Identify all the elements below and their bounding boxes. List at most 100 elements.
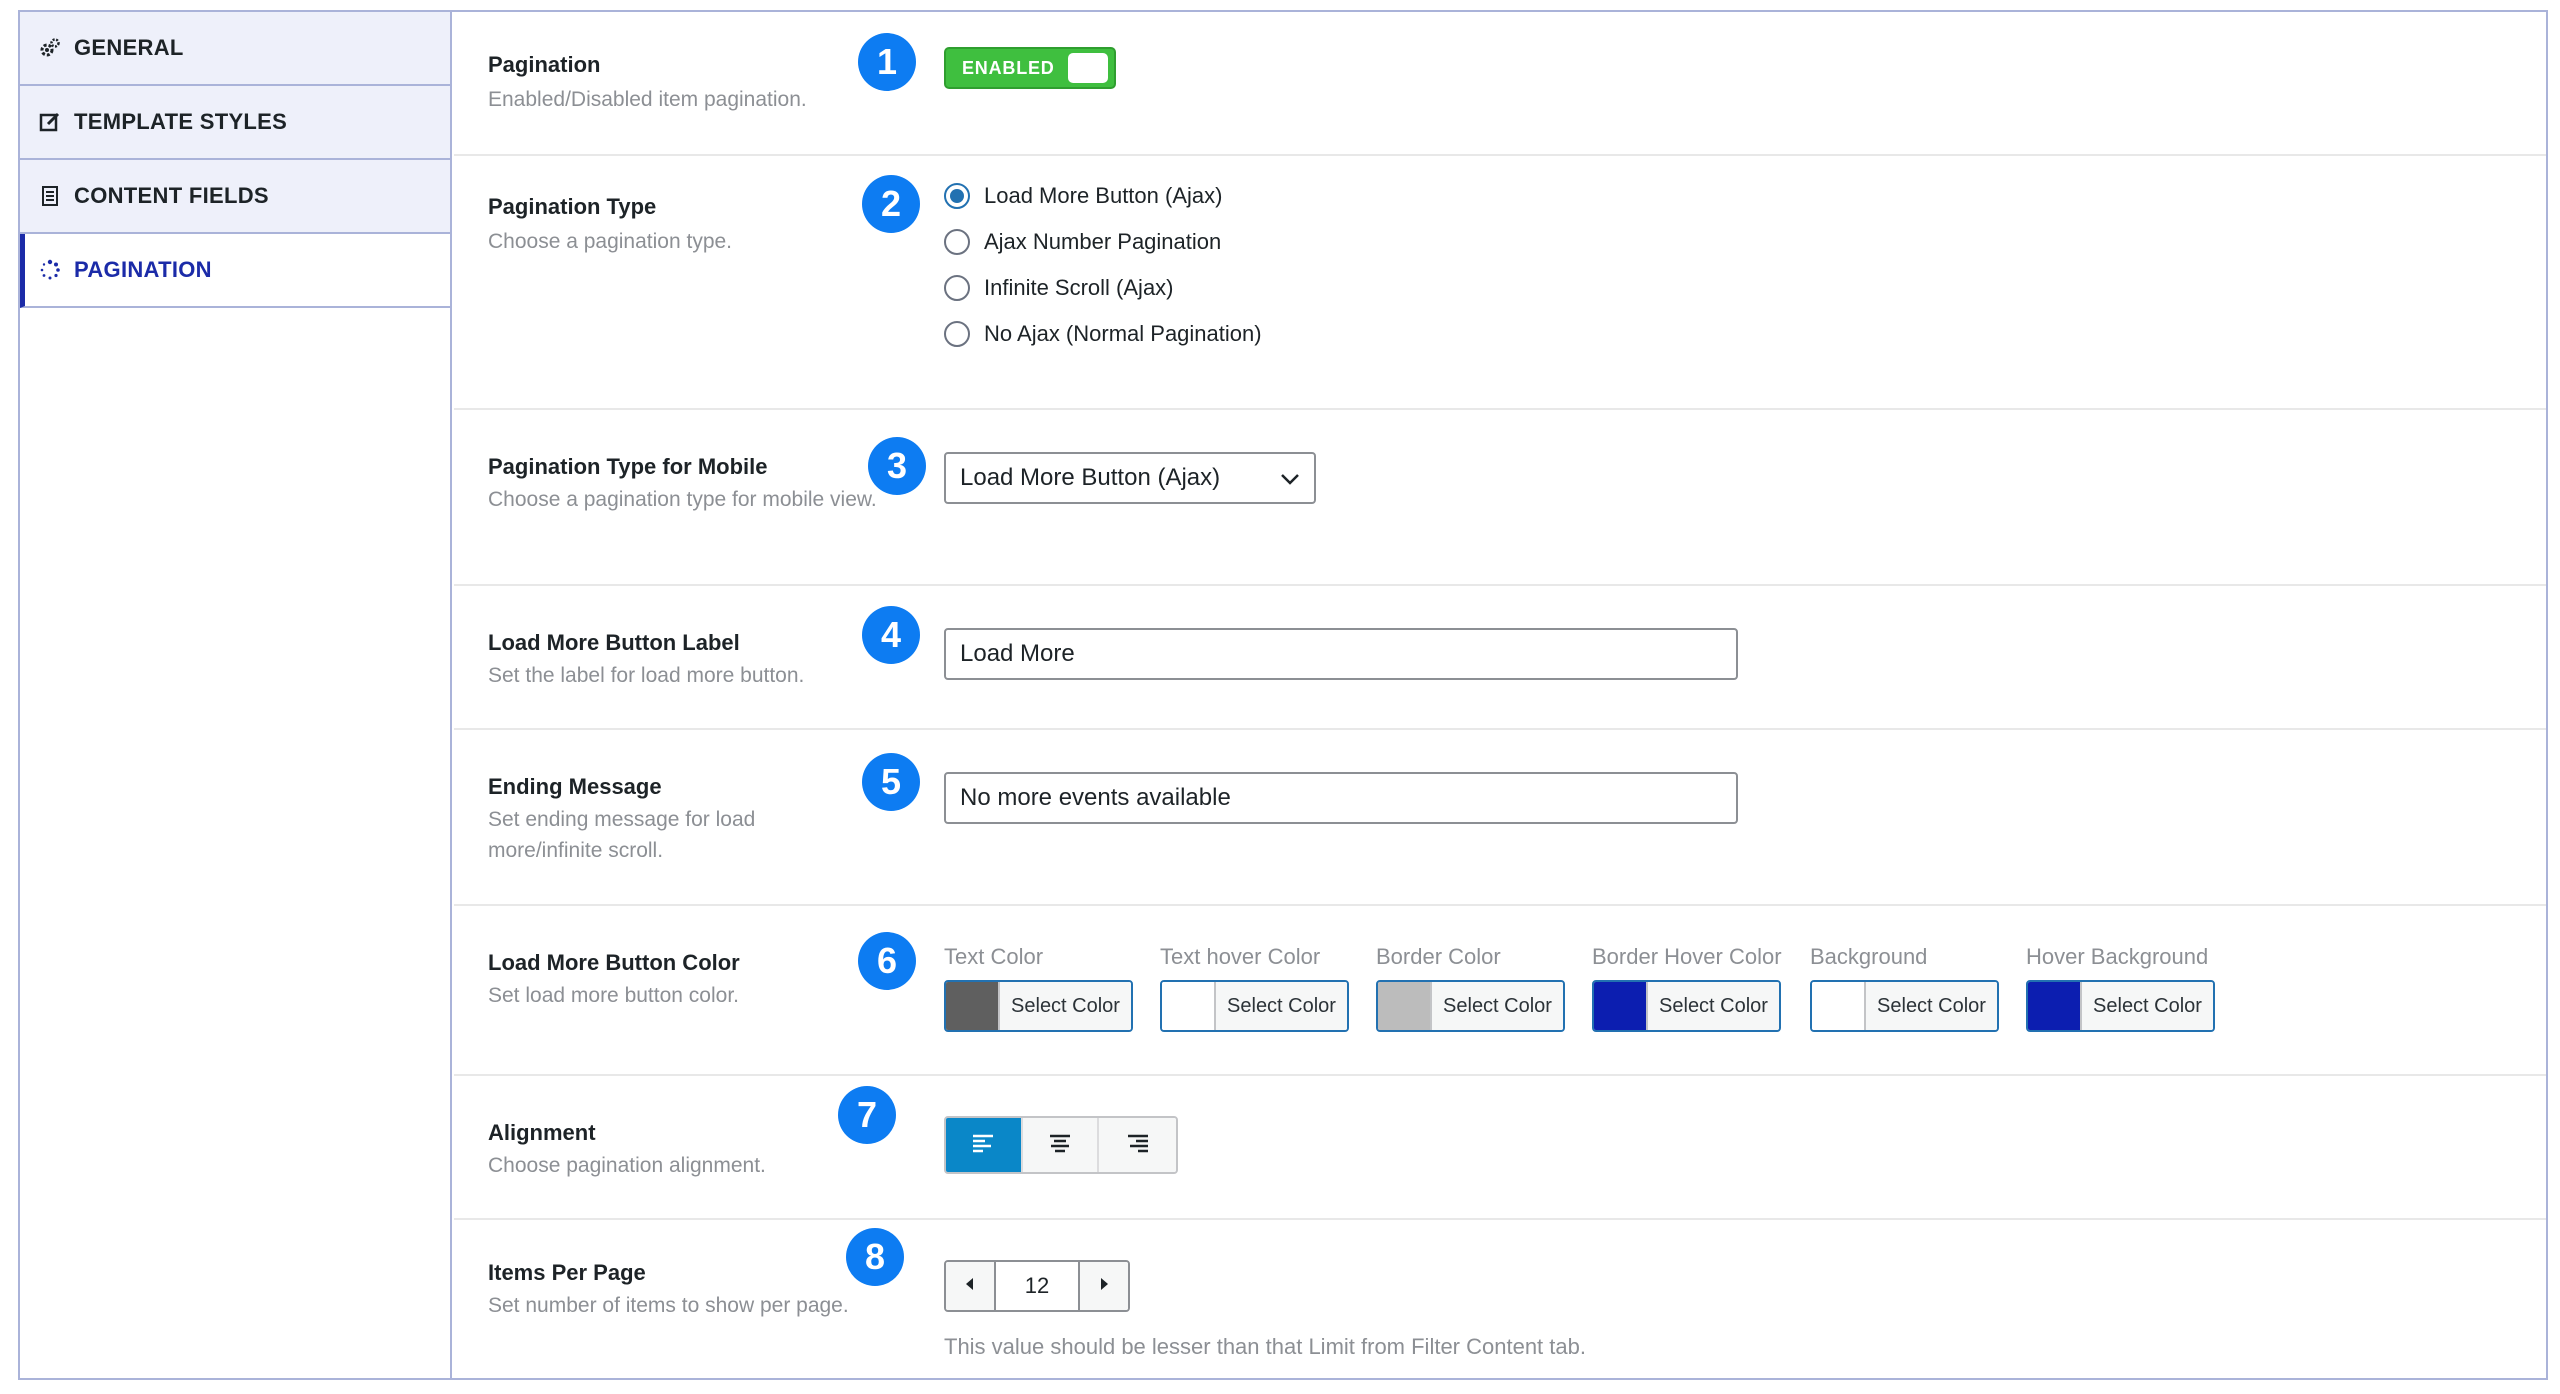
select-color-label: Select Color: [1866, 982, 1997, 1030]
tab-pagination-label: PAGINATION: [74, 257, 212, 282]
increment-button[interactable]: [1078, 1262, 1128, 1310]
items-per-page-desc: Set number of items to show per page.: [488, 1294, 849, 1317]
select-color-button[interactable]: Select Color: [1810, 980, 1999, 1032]
select-color-label: Select Color: [2082, 982, 2213, 1030]
radio-label: Ajax Number Pagination: [984, 229, 1222, 254]
ending-message-label: Ending Message: [488, 774, 662, 799]
pagination-type-radios: Load More Button (Ajax) Ajax Number Pagi…: [944, 173, 1262, 357]
decrement-button[interactable]: [946, 1262, 996, 1310]
tab-general[interactable]: GENERAL: [20, 12, 450, 86]
color-label: Text Color: [944, 944, 1044, 969]
select-color-button[interactable]: Select Color: [1592, 980, 1781, 1032]
color-label: Background: [1810, 944, 1928, 969]
color-label: Border Color: [1376, 944, 1501, 969]
edit-icon: [38, 110, 62, 134]
caret-left-icon: [964, 1277, 976, 1296]
select-color-button[interactable]: Select Color: [2026, 980, 2215, 1032]
mobile-type-desc: Choose a pagination type for mobile view…: [488, 488, 877, 511]
color-swatch: [2028, 982, 2082, 1030]
color-swatch: [1594, 982, 1648, 1030]
color-label: Text hover Color: [1160, 944, 1321, 969]
mobile-type-label: Pagination Type for Mobile: [488, 454, 768, 479]
select-color-label: Select Color: [1216, 982, 1347, 1030]
align-left-button[interactable]: [946, 1118, 1023, 1172]
color-swatch: [1162, 982, 1216, 1030]
align-right-button[interactable]: [1099, 1118, 1176, 1172]
color-swatch: [1378, 982, 1432, 1030]
caret-right-icon: [1098, 1277, 1110, 1296]
tab-content-fields[interactable]: CONTENT FIELDS: [20, 160, 450, 234]
chevron-down-icon: [1280, 464, 1300, 492]
toggle-label: ENABLED: [962, 57, 1055, 78]
row-button-color: Load More Button Color Set load more but…: [454, 906, 2546, 1076]
radio-load-more[interactable]: Load More Button (Ajax): [944, 173, 1262, 219]
step-badge-7: 7: [838, 1086, 896, 1144]
ending-message-desc: Set ending message for load more/infinit…: [488, 808, 756, 862]
step-badge-4: 4: [862, 606, 920, 664]
radio-no-ajax[interactable]: No Ajax (Normal Pagination): [944, 311, 1262, 357]
select-color-label: Select Color: [1432, 982, 1563, 1030]
alignment-buttons: [944, 1116, 1178, 1174]
radio-checked: [944, 183, 970, 209]
items-per-page-hint: This value should be lesser than that Li…: [944, 1334, 1586, 1359]
color-picker-text-hover: Text hover Color Select Color: [1160, 944, 1360, 1032]
step-badge-2: 2: [862, 175, 920, 233]
mobile-type-select[interactable]: Load More Button (Ajax): [944, 452, 1316, 504]
row-button-label: Load More Button Label Set the label for…: [454, 586, 2546, 730]
select-color-button[interactable]: Select Color: [1160, 980, 1349, 1032]
pagination-desc: Enabled/Disabled item pagination.: [488, 88, 807, 111]
tab-pagination[interactable]: PAGINATION: [20, 234, 450, 308]
tab-content-fields-label: CONTENT FIELDS: [74, 183, 269, 208]
tab-template-styles[interactable]: TEMPLATE STYLES: [20, 86, 450, 160]
document-icon: [38, 184, 62, 208]
row-ending-message: Ending Message Set ending message for lo…: [454, 730, 2546, 906]
settings-content: Pagination Enabled/Disabled item paginat…: [454, 12, 2546, 1378]
radio-ajax-number[interactable]: Ajax Number Pagination: [944, 219, 1262, 265]
radio-unchecked: [944, 275, 970, 301]
spinner-icon: [38, 258, 62, 282]
align-left-icon: [970, 1132, 996, 1159]
ending-message-input[interactable]: No more events available: [944, 772, 1738, 824]
color-picker-border: Border Color Select Color: [1376, 944, 1576, 1032]
radio-infinite-scroll[interactable]: Infinite Scroll (Ajax): [944, 265, 1262, 311]
gears-icon: [38, 36, 62, 60]
radio-unchecked: [944, 321, 970, 347]
step-badge-1: 1: [858, 33, 916, 91]
color-swatch: [1812, 982, 1866, 1030]
select-color-button[interactable]: Select Color: [944, 980, 1133, 1032]
color-label: Hover Background: [2026, 944, 2209, 969]
button-label-desc: Set the label for load more button.: [488, 664, 805, 687]
color-picker-text: Text Color Select Color: [944, 944, 1144, 1032]
row-items-per-page: Items Per Page Set number of items to sh…: [454, 1220, 2546, 1380]
pagination-type-label: Pagination Type: [488, 194, 657, 219]
color-swatch: [946, 982, 1000, 1030]
items-per-page-label: Items Per Page: [488, 1260, 646, 1285]
tab-general-label: GENERAL: [74, 35, 184, 60]
select-value: Load More Button (Ajax): [960, 464, 1221, 491]
align-right-icon: [1125, 1132, 1151, 1159]
button-label-input[interactable]: Load More: [944, 628, 1738, 680]
row-alignment: Alignment Choose pagination alignment. 7: [454, 1076, 2546, 1220]
row-pagination: Pagination Enabled/Disabled item paginat…: [454, 12, 2546, 156]
color-picker-hover-background: Hover Background Select Color: [2026, 944, 2226, 1032]
select-color-label: Select Color: [1000, 982, 1131, 1030]
select-color-label: Select Color: [1648, 982, 1779, 1030]
step-badge-8: 8: [846, 1228, 904, 1286]
sidebar: GENERAL TEMPLATE STYLES CONTENT FIELDS P…: [20, 12, 452, 1378]
items-per-page-value[interactable]: 12: [996, 1262, 1078, 1310]
step-badge-6: 6: [858, 932, 916, 990]
tab-template-styles-label: TEMPLATE STYLES: [74, 109, 288, 134]
radio-label: No Ajax (Normal Pagination): [984, 321, 1262, 346]
step-badge-3: 3: [868, 437, 926, 495]
button-color-desc: Set load more button color.: [488, 984, 739, 1007]
items-per-page-stepper: 12: [944, 1260, 1130, 1312]
pagination-label: Pagination: [488, 52, 601, 77]
align-center-button[interactable]: [1022, 1118, 1100, 1172]
row-pagination-type: Pagination Type Choose a pagination type…: [454, 156, 2546, 410]
button-label-label: Load More Button Label: [488, 630, 740, 655]
row-mobile-type: Pagination Type for Mobile Choose a pagi…: [454, 410, 2546, 586]
radio-label: Infinite Scroll (Ajax): [984, 275, 1174, 300]
pagination-toggle[interactable]: ENABLED: [944, 47, 1116, 89]
select-color-button[interactable]: Select Color: [1376, 980, 1565, 1032]
toggle-knob: [1068, 53, 1108, 83]
